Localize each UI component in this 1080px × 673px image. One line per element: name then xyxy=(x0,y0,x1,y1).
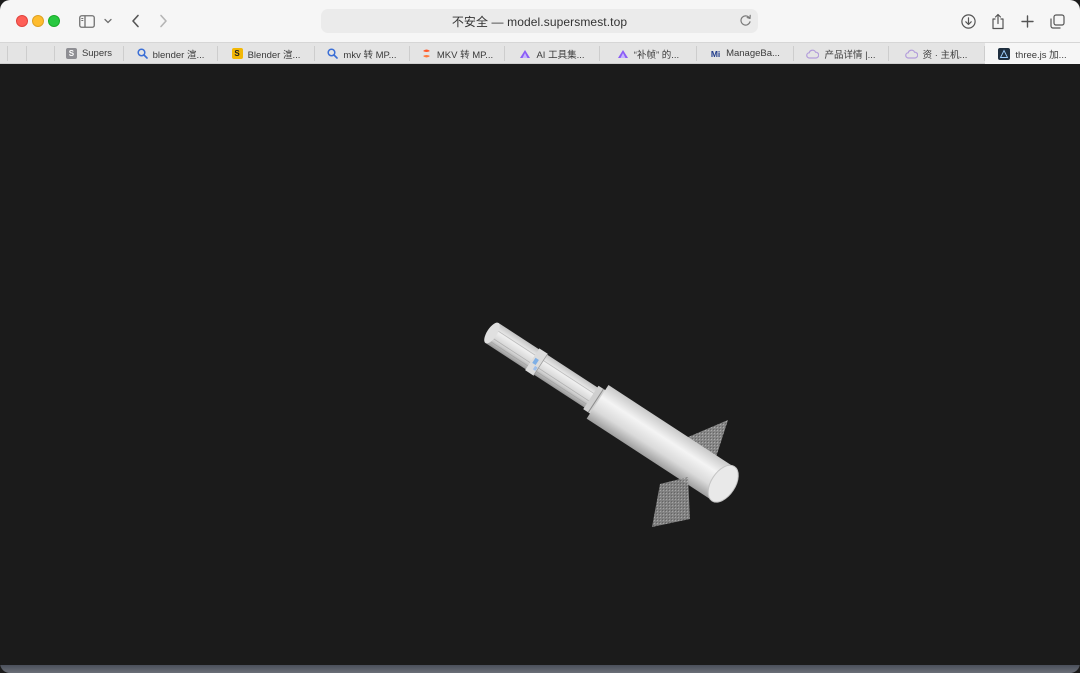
rocket-model-render xyxy=(484,322,739,527)
share-icon xyxy=(992,13,1004,29)
tab-ai-tools[interactable]: AI 工具集... xyxy=(505,43,599,64)
download-icon xyxy=(960,13,976,29)
s-letter-icon: S xyxy=(65,48,77,59)
chevron-left-icon xyxy=(131,14,139,28)
tab-blender-render[interactable]: S Blender 渲... xyxy=(218,43,314,64)
threejs-icon xyxy=(998,48,1011,60)
browser-toolbar: 不安全 — model.supersmest.top xyxy=(0,0,1080,42)
tab-label: AI 工具集... xyxy=(536,49,585,61)
tab-bar: S Supers blender 渲... S Blender 渲... mkv… xyxy=(0,42,1080,65)
tab-blender-search[interactable]: blender 渲... xyxy=(124,43,217,64)
sidebar-icon xyxy=(79,14,95,28)
tab-label: three.js 加... xyxy=(1015,50,1067,61)
tab-managebac[interactable]: Mi ManageBa... xyxy=(697,43,793,64)
tab-product-details[interactable]: 产品详情 |... xyxy=(794,43,888,64)
tab-label: ManageBa... xyxy=(726,48,780,59)
reload-button[interactable] xyxy=(739,14,752,32)
address-bar[interactable]: 不安全 — model.supersmest.top xyxy=(321,9,758,33)
search-icon xyxy=(137,48,148,59)
triangle-logo-icon xyxy=(617,49,628,58)
tab-frame-interpolation[interactable]: “补帧” 的... xyxy=(600,43,696,64)
downloads-button[interactable] xyxy=(959,10,977,32)
share-button[interactable] xyxy=(989,10,1007,32)
tab-threejs-active[interactable]: three.js 加... xyxy=(985,43,1080,65)
tab-group-menu-button[interactable] xyxy=(102,10,114,32)
plus-icon xyxy=(1020,14,1034,28)
search-icon xyxy=(327,48,339,59)
triangle-logo-icon xyxy=(520,49,531,58)
tab-overview-icon xyxy=(1049,13,1065,29)
tab-label: 产品详情 |... xyxy=(824,49,876,61)
tab-label: blender 渲... xyxy=(152,49,205,61)
chevron-down-icon xyxy=(104,18,112,24)
tab-overview-button[interactable] xyxy=(1048,10,1066,32)
address-url-text: 不安全 — model.supersmest.top xyxy=(451,14,628,29)
new-tab-button[interactable] xyxy=(1018,10,1036,32)
tab-label: 资 · 主机... xyxy=(922,49,968,61)
browser-window: 不安全 — model.supersmest.top S Supers blen… xyxy=(0,0,1080,673)
minimize-window-button[interactable] xyxy=(32,15,44,27)
threejs-canvas[interactable] xyxy=(0,64,1080,665)
tab-label: MKV 转 MP... xyxy=(436,49,494,61)
back-button[interactable] xyxy=(127,10,143,32)
tab-host[interactable]: 资 · 主机... xyxy=(889,43,983,64)
tab-divider xyxy=(26,46,27,61)
tab-label: Blender 渲... xyxy=(247,49,301,61)
cloud-icon xyxy=(806,49,820,59)
tab-mkv-search[interactable]: mkv 转 MP... xyxy=(315,43,409,64)
tab-divider xyxy=(7,46,8,61)
swirl-icon xyxy=(422,49,430,58)
tab-label: mkv 转 MP... xyxy=(343,49,397,61)
cloud-icon xyxy=(904,49,918,59)
dock-edge xyxy=(0,665,1080,673)
tab-mkv-convert[interactable]: MKV 转 MP... xyxy=(410,43,504,64)
forward-button[interactable] xyxy=(155,10,171,32)
tab-label: Supers xyxy=(81,48,113,59)
mb-logo-icon: Mi xyxy=(710,48,721,59)
chevron-right-icon xyxy=(159,14,167,28)
s-letter-icon: S xyxy=(231,48,243,59)
tab-label: “补帧” 的... xyxy=(633,49,680,61)
tab-supers[interactable]: S Supers xyxy=(55,43,123,64)
rocket-body xyxy=(484,322,739,503)
rocket-fin-front xyxy=(652,477,690,527)
sidebar-toggle-button[interactable] xyxy=(78,10,96,32)
reload-icon xyxy=(740,14,751,26)
close-window-button[interactable] xyxy=(16,15,28,27)
zoom-window-button[interactable] xyxy=(48,15,60,27)
